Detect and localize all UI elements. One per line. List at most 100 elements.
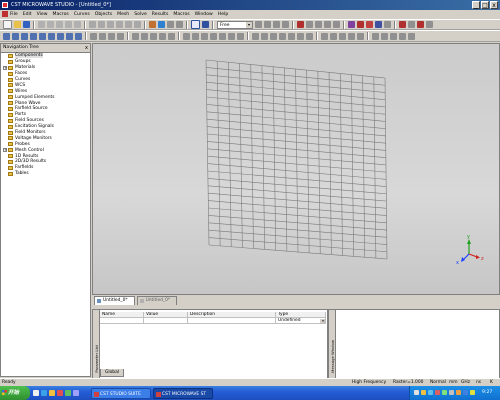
bend-icon[interactable] [168, 32, 175, 40]
result-2d-icon[interactable] [381, 32, 388, 40]
brick-icon[interactable] [3, 32, 10, 40]
tree-item-tables[interactable]: Tables [1, 171, 90, 177]
description-cell[interactable] [188, 318, 276, 324]
maximize-button[interactable]: □ [481, 1, 489, 9]
rotate-icon[interactable] [158, 21, 165, 28]
measure-icon[interactable] [366, 21, 373, 28]
menu-objects[interactable]: Objects [95, 12, 112, 17]
menu-mesh[interactable]: Mesh [117, 12, 129, 17]
optimizer-icon[interactable] [348, 32, 355, 40]
pick-edge-icon[interactable] [315, 21, 322, 28]
paste-icon[interactable] [56, 21, 63, 28]
view-iso-icon[interactable] [202, 21, 209, 28]
point-tool-icon[interactable] [357, 21, 364, 28]
parameter-sweep-icon[interactable] [339, 32, 346, 40]
close-button[interactable]: x [490, 1, 498, 9]
zoom-icon[interactable] [167, 21, 174, 28]
menu-help[interactable]: Help [218, 12, 228, 17]
curve-polygon-icon[interactable] [219, 32, 226, 40]
tab-global[interactable]: Global [100, 369, 125, 377]
symmetry-icon[interactable] [288, 32, 295, 40]
parameter-icon[interactable] [107, 21, 114, 28]
background-icon[interactable] [125, 21, 132, 28]
boundary-icon[interactable] [134, 21, 141, 28]
volume-icon[interactable] [470, 390, 475, 395]
boundaries-icon[interactable] [279, 32, 286, 40]
undo-icon[interactable] [65, 21, 72, 28]
new-file-icon[interactable] [3, 20, 12, 29]
wcs-icon[interactable] [255, 21, 262, 28]
mesh-properties-icon[interactable] [261, 32, 268, 40]
menu-macros-2[interactable]: Macros [173, 12, 189, 17]
open-folder-icon[interactable] [14, 21, 21, 28]
shell-icon[interactable] [150, 32, 157, 40]
wcs-align-icon[interactable] [264, 21, 271, 28]
probe-icon[interactable] [330, 32, 337, 40]
chevron-down-icon[interactable]: ▾ [320, 318, 325, 323]
template-icon[interactable] [357, 32, 364, 40]
show-desktop-icon[interactable] [33, 390, 39, 396]
tray-icon-5[interactable] [449, 390, 454, 395]
wcs-rotate-icon[interactable] [282, 21, 289, 28]
cut-icon[interactable] [38, 21, 45, 28]
curve-trace-icon[interactable] [237, 32, 244, 40]
tab-untitled-0[interactable]: Untitled_0* [94, 296, 135, 305]
tray-icon-1[interactable] [421, 390, 426, 395]
field-monitor-icon[interactable] [321, 32, 328, 40]
waveguide-port-icon[interactable] [297, 32, 304, 40]
value-cell[interactable] [144, 318, 188, 324]
result-1d-icon[interactable] [372, 32, 379, 40]
port-icon[interactable] [399, 21, 406, 28]
calc-icon[interactable] [375, 21, 382, 28]
tray-icon-3[interactable] [435, 390, 440, 395]
wcs-move-icon[interactable] [273, 21, 280, 28]
expand-icon[interactable]: + [3, 148, 7, 153]
extrude-icon[interactable] [57, 32, 64, 40]
zoom-fit-icon[interactable] [176, 21, 183, 28]
3d-viewport[interactable]: y z x [92, 43, 500, 295]
media-icon[interactable] [57, 390, 63, 396]
curve-circle-icon[interactable] [201, 32, 208, 40]
animate-icon[interactable] [408, 32, 415, 40]
curve-line-icon[interactable] [183, 32, 190, 40]
boolean-subtract-icon[interactable] [99, 32, 106, 40]
mesh-view-icon[interactable] [252, 32, 259, 40]
view-front-icon[interactable] [191, 20, 200, 29]
boolean-add-icon[interactable] [90, 32, 97, 40]
tray-icon-2[interactable] [428, 390, 433, 395]
quicklaunch-icon-2[interactable] [73, 390, 79, 396]
cone-icon[interactable] [21, 32, 28, 40]
tray-icon-6[interactable] [456, 390, 461, 395]
discrete-port-icon[interactable] [306, 32, 313, 40]
menu-curves[interactable]: Curves [74, 12, 90, 17]
curve-rectangle-icon[interactable] [228, 32, 235, 40]
name-cell[interactable] [100, 318, 144, 324]
farfield-icon[interactable] [399, 32, 406, 40]
stop-icon[interactable] [417, 21, 424, 28]
history-icon[interactable] [98, 21, 105, 28]
tray-icon-4[interactable] [442, 390, 447, 395]
minimize-button[interactable]: _ [472, 1, 480, 9]
explorer-icon[interactable] [49, 390, 55, 396]
menu-solve[interactable]: Solve [134, 12, 147, 17]
blend-icon[interactable] [132, 32, 139, 40]
expand-icon[interactable]: + [3, 65, 7, 70]
rotate-solid-icon[interactable] [66, 32, 73, 40]
boolean-insert-icon[interactable] [117, 32, 124, 40]
menu-results[interactable]: Results [152, 12, 169, 17]
browser-icon[interactable] [41, 390, 47, 396]
menu-view[interactable]: View [37, 12, 48, 17]
cylinder-icon[interactable] [39, 32, 46, 40]
thicken-icon[interactable] [159, 32, 166, 40]
monitor-icon[interactable] [408, 21, 415, 28]
curve-arc-icon[interactable] [192, 32, 199, 40]
units-icon[interactable] [116, 21, 123, 28]
redo-icon[interactable] [74, 21, 81, 28]
copy-icon[interactable] [47, 21, 54, 28]
boolean-intersect-icon[interactable] [108, 32, 115, 40]
transform-icon[interactable] [384, 21, 391, 28]
macro-icon[interactable] [89, 21, 96, 28]
taskbar-item-cst-studio[interactable]: CST STUDIO SUITE [91, 387, 151, 399]
menu-edit[interactable]: Edit [23, 12, 32, 17]
elliptic-cylinder-icon[interactable] [48, 32, 55, 40]
